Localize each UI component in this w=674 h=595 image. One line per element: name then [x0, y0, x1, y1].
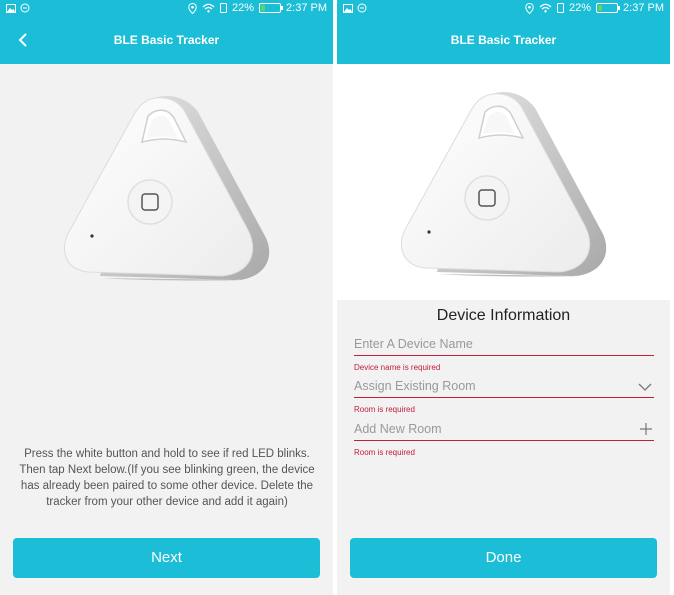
- room-select-error: Room is required: [354, 405, 415, 414]
- status-bar: 22% 2:37 PM: [337, 0, 670, 18]
- device-name-error: Device name is required: [354, 363, 441, 372]
- battery-icon: [259, 3, 284, 13]
- location-icon: [188, 2, 197, 14]
- battery-level: 22%: [569, 2, 592, 14]
- pairing-screen: 22% 2:37 PM BLE Basic Tracker Press the …: [0, 0, 333, 595]
- sync-icon: [357, 3, 367, 13]
- chevron-down-icon[interactable]: [638, 382, 652, 392]
- done-button[interactable]: Done: [350, 538, 657, 578]
- clock: 2:37 PM: [623, 2, 664, 14]
- tracker-device-image: [62, 90, 272, 290]
- wifi-icon: [539, 3, 552, 13]
- image-icon: [6, 3, 16, 13]
- app-bar: BLE Basic Tracker: [337, 18, 670, 64]
- battery-level: 22%: [232, 2, 255, 14]
- room-select-placeholder: Assign Existing Room: [354, 379, 476, 393]
- wifi-icon: [202, 3, 215, 13]
- portrait-icon: [220, 3, 227, 13]
- device-name-placeholder: Enter A Device Name: [354, 337, 473, 351]
- new-room-placeholder: Add New Room: [354, 422, 442, 436]
- device-name-input[interactable]: Enter A Device Name: [354, 334, 654, 356]
- location-icon: [525, 2, 534, 14]
- image-icon: [343, 3, 353, 13]
- sync-icon: [20, 3, 30, 13]
- battery-icon: [596, 3, 621, 13]
- page-title: BLE Basic Tracker: [113, 33, 220, 47]
- app-bar: BLE Basic Tracker: [0, 18, 333, 64]
- new-room-input[interactable]: Add New Room: [354, 419, 654, 441]
- pairing-instructions: Press the white button and hold to see i…: [19, 448, 315, 508]
- form-title: Device Information: [436, 307, 571, 324]
- tracker-device-image: [399, 86, 609, 286]
- clock: 2:37 PM: [286, 2, 327, 14]
- portrait-icon: [557, 3, 564, 13]
- next-button[interactable]: Next: [13, 538, 320, 578]
- page-title: BLE Basic Tracker: [450, 33, 557, 47]
- new-room-error: Room is required: [354, 448, 415, 457]
- device-info-screen: 22% 2:37 PM BLE Basic Tracker Device Inf…: [337, 0, 670, 595]
- plus-icon[interactable]: [640, 423, 652, 435]
- room-select[interactable]: Assign Existing Room: [354, 376, 654, 398]
- status-bar: 22% 2:37 PM: [0, 0, 333, 18]
